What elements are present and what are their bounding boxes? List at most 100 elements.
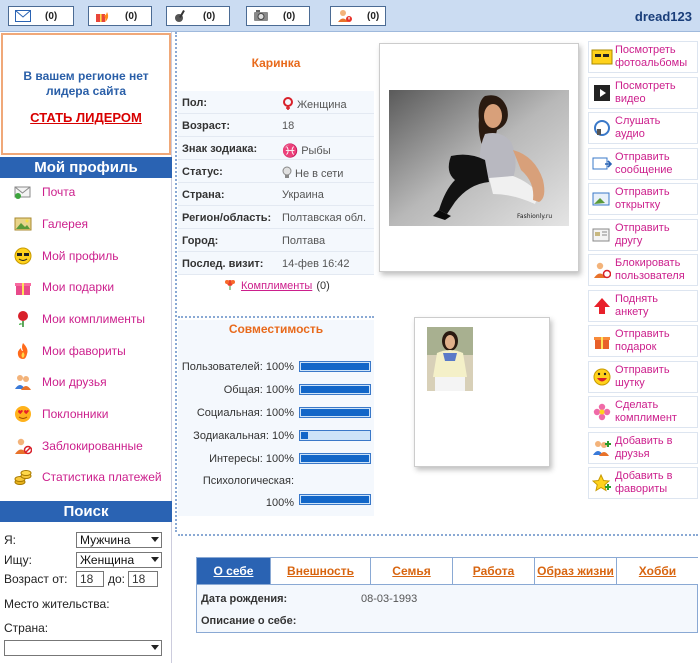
menu-item-gallery[interactable]: Галерея: [14, 214, 88, 234]
action-joke-button[interactable]: Отправить шутку: [588, 360, 698, 393]
audio-counter-button[interactable]: (0): [166, 6, 230, 26]
gift-fire-icon: [95, 9, 111, 23]
seek-label: Ищу:: [4, 553, 32, 567]
action-label-line2: анкету: [615, 305, 649, 318]
action-star-button[interactable]: Добавить в фавориты: [588, 467, 698, 499]
tab-hobby[interactable]: Хобби: [617, 558, 698, 585]
country-select[interactable]: [4, 640, 162, 656]
i-gender-select[interactable]: Мужчина: [76, 532, 162, 548]
action-label-line2: видео: [615, 92, 646, 105]
leader-text: В вашем регионе нет лидера сайта: [23, 69, 149, 98]
action-gift-button[interactable]: Отправить подарок: [588, 325, 698, 357]
profile-row-gender: Пол: Женщина: [178, 91, 374, 114]
compat-label-text: Пользователей:: [181, 361, 263, 373]
menu-item-blocked[interactable]: Заблокированные: [14, 436, 143, 456]
action-label-line1: Добавить в: [615, 470, 673, 482]
age-to-label: до:: [108, 572, 126, 586]
main-photo-frame[interactable]: Fashionly.ru: [379, 43, 579, 272]
action-audio-button[interactable]: Слушать аудио: [588, 112, 698, 144]
divider: [178, 534, 698, 536]
seek-gender-select[interactable]: Женщина: [76, 552, 162, 568]
action-send-message-button[interactable]: Отправить сообщение: [588, 147, 698, 180]
gifts-counter-button[interactable]: (0): [88, 6, 152, 26]
blocked-user-icon: [14, 437, 32, 455]
action-label-line1: Отправить: [615, 328, 670, 340]
become-leader-link[interactable]: СТАТЬ ЛИДЕРОМ: [3, 110, 169, 125]
compat-bar-fill: [301, 496, 369, 503]
thumb-photo-frame[interactable]: [414, 317, 550, 467]
username[interactable]: dread123: [635, 9, 692, 24]
block-user-icon: [589, 261, 615, 279]
seek-gender-value: Женщина: [80, 553, 135, 567]
action-label-line2: шутку: [615, 376, 645, 389]
profile-row-city: Город: Полтава: [178, 229, 374, 252]
my-profile-header: Мой профиль: [0, 157, 172, 178]
main-photo[interactable]: Fashionly.ru: [389, 90, 569, 226]
action-label-line1: Блокировать: [615, 257, 681, 269]
action-label-line1: Поднять: [615, 292, 659, 305]
row-value: Рыбы: [301, 145, 331, 157]
action-add-friend-button[interactable]: Добавить в друзья: [588, 431, 698, 464]
i-gender-value: Мужчина: [80, 533, 131, 547]
i-label: Я:: [4, 533, 16, 547]
menu-item-fans[interactable]: Поклонники: [14, 404, 108, 424]
age-from-input[interactable]: 18: [76, 571, 104, 587]
action-postcard-button[interactable]: Отправить открытку: [588, 183, 698, 215]
users-alert-icon: [337, 9, 353, 23]
action-label: Слушать аудио: [615, 115, 660, 141]
rose-icon: [14, 310, 32, 328]
chevron-down-icon: [151, 557, 159, 562]
action-label-line2: фавориты: [615, 483, 668, 495]
menu-item-label: Статистика платежей: [42, 470, 162, 484]
tab-about[interactable]: О себе: [197, 558, 271, 585]
action-label-line2: фотоальбомы: [615, 57, 688, 69]
compliments-link[interactable]: Комплименты: [241, 280, 312, 292]
menu-item-my-friends[interactable]: Мои друзья: [14, 372, 107, 392]
age-to-input[interactable]: 18: [128, 571, 158, 587]
action-label: Отправить сообщение: [615, 151, 673, 177]
joke-icon: [589, 368, 615, 386]
flower-icon: [223, 278, 237, 293]
menu-item-my-favorites[interactable]: Мои фавориты: [14, 341, 126, 361]
tab-lifestyle[interactable]: Образ жизни: [535, 558, 617, 585]
row-key: Знак зодиака:: [182, 143, 258, 155]
action-label-line2: аудио: [615, 128, 645, 140]
action-send-friend-button[interactable]: Отправить другу: [588, 218, 698, 251]
guests-counter-button[interactable]: (0): [330, 6, 386, 26]
menu-item-payment-stats[interactable]: Статистика платежей: [14, 467, 162, 487]
menu-item-mail[interactable]: Почта: [14, 182, 75, 202]
row-value: Полтавская обл.: [282, 212, 367, 224]
action-block-user-button[interactable]: Блокировать пользователя: [588, 254, 698, 286]
tab-work[interactable]: Работа: [453, 558, 535, 585]
guests-count: (0): [367, 10, 380, 22]
compat-label: Общая: 100%: [224, 384, 294, 396]
audio-icon: [589, 119, 615, 137]
action-video-button[interactable]: Посмотреть видео: [588, 76, 698, 109]
action-label-line1: Посмотреть: [615, 44, 676, 56]
row-key: Статус:: [182, 166, 223, 178]
compat-label: Социальная: 100%: [197, 407, 294, 419]
chevron-down-icon: [151, 645, 159, 650]
compat-bar: [299, 384, 371, 395]
menu-item-my-gifts[interactable]: Мои подарки: [14, 277, 114, 297]
mail-counter-button[interactable]: (0): [8, 6, 74, 26]
tab-appearance[interactable]: Внешность: [271, 558, 371, 585]
tab-family[interactable]: Семья: [371, 558, 453, 585]
menu-item-my-compliments[interactable]: Мои комплименты: [14, 309, 145, 329]
action-label-line2: друзья: [615, 447, 650, 460]
photo-counter-button[interactable]: (0): [246, 6, 310, 26]
action-up-arrow-button[interactable]: Поднять анкету: [588, 289, 698, 322]
compat-bar-fill: [301, 432, 308, 439]
compat-bar: [299, 407, 371, 418]
row-value: Женщина: [297, 99, 347, 111]
action-photo-album-button[interactable]: Посмотреть фотоальбомы: [588, 41, 698, 73]
action-flower-button[interactable]: Сделать комплимент: [588, 396, 698, 428]
female-icon: [282, 97, 294, 113]
menu-item-my-profile[interactable]: Мой профиль: [14, 246, 119, 266]
compat-pct: 100%: [265, 497, 294, 509]
action-label: Добавить в друзья: [615, 435, 673, 461]
thumb-photo[interactable]: [427, 327, 473, 391]
action-label-line2: пользователя: [615, 270, 685, 282]
compat-bar-fill: [301, 363, 369, 370]
compat-pct: 10%: [271, 430, 294, 442]
